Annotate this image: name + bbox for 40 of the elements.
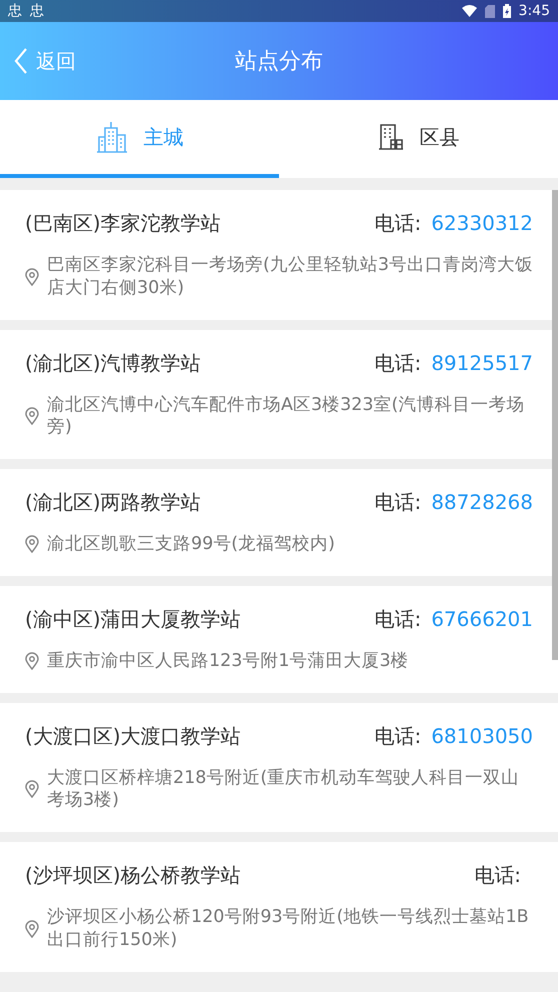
station-address: 渝北区凯歌三支路99号(龙福驾校内) (47, 533, 335, 556)
phone-label: 电话: (374, 210, 422, 237)
phone-link[interactable]: 88728268 (431, 487, 533, 517)
phone-label: 电话: (374, 722, 422, 750)
buildings-icon (96, 121, 128, 153)
phone-label: 电话: (374, 489, 422, 516)
phone-link[interactable]: 68103050 (431, 720, 533, 750)
phone-label: 电话: (374, 350, 422, 376)
phone-link[interactable]: 67666201 (431, 604, 533, 634)
station-name: (大渡口区)大渡口教学站 (25, 722, 241, 750)
station-address: 大渡口区桥梓塘218号附近(重庆市机动车驾驶人科目一双山考场3楼) (47, 766, 520, 812)
location-pin-icon (25, 407, 39, 426)
station-name: (渝中区)蒲田大厦教学站 (25, 606, 241, 633)
back-chevron-icon (14, 48, 28, 74)
status-time: 3:45 (518, 2, 550, 20)
location-pin-icon (25, 652, 39, 670)
notification-icon: 忠 (8, 0, 22, 22)
station-name: (渝北区)汽博教学站 (25, 350, 201, 376)
phone-link[interactable]: 89125517 (431, 348, 533, 378)
wifi-icon (462, 5, 477, 17)
station-address: 沙评坝区小杨公桥120号附93号附近(地铁一号线烈士墓站1B出口前行150米) (47, 906, 530, 952)
no-sim-icon (484, 4, 495, 18)
location-pin-icon (25, 535, 39, 554)
station-address: 渝北区汽博中心汽车配件市场A区3楼323室(汽博科目一考场旁) (47, 394, 526, 439)
phone-label: 电话: (474, 862, 521, 889)
phone-link[interactable]: 62330312 (431, 208, 533, 238)
battery-icon (502, 4, 511, 18)
location-pin-icon (25, 268, 39, 286)
station-address: 巴南区李家沱科目一考场旁(九公里轻轨站3号出口青岗湾大饭店大门右侧30米) (47, 254, 533, 300)
station-name: (巴南区)李家沱教学站 (25, 210, 221, 237)
station-address: 重庆市渝中区人民路123号附1号蒲田大厦3楼 (47, 650, 409, 672)
location-pin-icon (25, 920, 39, 938)
station-name: (渝北区)两路教学站 (25, 489, 201, 516)
page-title: 站点分布 (235, 48, 323, 76)
notification-icon: 忠 (30, 0, 44, 22)
back-button[interactable]: 返回 (14, 46, 76, 76)
station-name: (沙坪坝区)杨公桥教学站 (25, 862, 241, 889)
location-pin-icon (25, 780, 39, 798)
building-icon (378, 124, 404, 150)
phone-label: 电话: (374, 606, 422, 633)
